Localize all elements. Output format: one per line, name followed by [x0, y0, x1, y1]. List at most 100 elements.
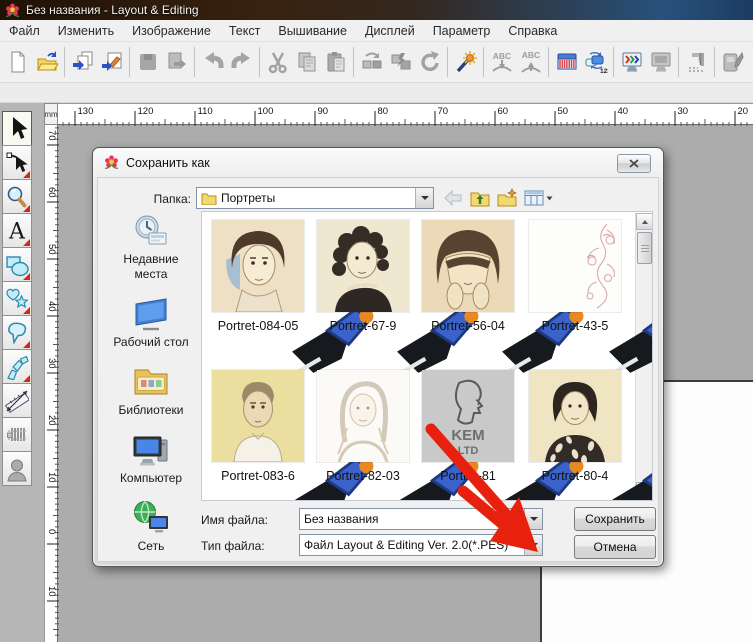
motif-shapes-tool-button[interactable] — [2, 281, 32, 316]
places-sidebar: Недавние места Рабочий стол Библиотеки Комп… — [106, 212, 196, 567]
paste-button — [321, 48, 350, 77]
file-item[interactable]: Portret-82-03 — [315, 370, 411, 483]
filetype-combobox[interactable]: Файл Layout & Editing Ver. 2.0(*.PES) — [299, 534, 543, 556]
titlebar: Без названия - Layout & Editing — [0, 0, 753, 20]
file-item[interactable]: Portret-56-04 — [420, 220, 516, 333]
new-document-icon — [6, 50, 30, 74]
filename-dropdown-button[interactable] — [524, 509, 542, 529]
back-icon — [442, 188, 464, 208]
filetype-value: Файл Layout & Editing Ver. 2.0(*.PES) — [304, 538, 508, 552]
measure-tool-button[interactable] — [2, 383, 32, 418]
sidebar-item-computer[interactable]: Компьютер — [120, 431, 182, 486]
open-folder-button[interactable] — [32, 48, 61, 77]
folder-dropdown-button[interactable] — [415, 188, 433, 208]
chevron-down-icon — [530, 543, 538, 547]
app-window: Без названия - Layout & Editing ФайлИзме… — [0, 0, 753, 642]
freeform-tool-button[interactable] — [2, 315, 32, 350]
save-as-dialog: Сохранить как Папка: Портреты Недавние м… — [92, 147, 664, 567]
sidebar-item-libraries[interactable]: Библиотеки — [118, 363, 183, 418]
up-folder-button[interactable] — [469, 188, 491, 208]
point-edit-tool-button[interactable] — [2, 145, 32, 180]
cut-icon — [266, 50, 290, 74]
menu-item[interactable]: Вышивание — [269, 24, 356, 38]
dialog-close-button[interactable] — [617, 154, 651, 173]
copy-button — [292, 48, 321, 77]
toolbar-separator — [259, 47, 260, 77]
menu-item[interactable]: Дисплей — [356, 24, 424, 38]
file-item[interactable]: Portret-67-9 — [315, 220, 411, 333]
menu-item[interactable]: Изображение — [123, 24, 220, 38]
scrollbar-thumb[interactable] — [637, 232, 652, 264]
stitch-attribute-tool-button[interactable] — [2, 417, 32, 452]
thread-chart-icon — [555, 50, 579, 74]
select-tool-button[interactable] — [2, 111, 32, 146]
toolbar-group — [198, 48, 256, 77]
sidebar-item-network[interactable]: Сеть — [131, 499, 171, 554]
svg-text:40: 40 — [46, 301, 57, 312]
stitch-simulator-icon — [685, 50, 709, 74]
dialog-titlebar[interactable]: Сохранить как — [93, 148, 663, 177]
filename-combobox[interactable]: Без названия — [299, 508, 543, 530]
menu-item[interactable]: Справка — [499, 24, 566, 38]
toolbar-separator — [129, 47, 130, 77]
screen-preview-icon — [649, 50, 673, 74]
portrait-tool-button[interactable] — [2, 451, 32, 486]
cancel-button[interactable]: Отмена — [574, 535, 656, 559]
flyout-indicator — [23, 273, 30, 280]
toolbar-separator — [613, 47, 614, 77]
dialog-flower-icon — [104, 155, 119, 170]
views-button[interactable] — [523, 188, 554, 208]
file-item[interactable]: KEMLTDPortret-81 — [420, 370, 516, 483]
fan-shape-tool-button[interactable] — [2, 349, 32, 384]
scroll-up-button[interactable] — [636, 213, 653, 230]
import-image-button[interactable] — [97, 48, 126, 77]
new-folder-button[interactable] — [496, 188, 518, 208]
svg-text:10: 10 — [46, 586, 57, 597]
svg-text:100: 100 — [258, 106, 274, 117]
portrait-tool-icon — [5, 456, 29, 482]
menu-item[interactable]: Параметр — [424, 24, 500, 38]
file-item[interactable]: Portret-084-05 — [210, 220, 306, 333]
tool-palette: A — [2, 112, 34, 486]
open-folder-icon — [35, 50, 59, 74]
folder-icon — [201, 192, 217, 205]
sewing-machine-overlay-icon — [602, 445, 628, 467]
menubar: ФайлИзменитьИзображениеТекстВышиваниеДис… — [0, 20, 753, 42]
menu-item[interactable]: Файл — [0, 24, 49, 38]
toolbar-separator — [353, 47, 354, 77]
toolbar-separator — [194, 47, 195, 77]
zoom-tool-button[interactable] — [2, 179, 32, 214]
redo-icon — [230, 50, 254, 74]
filetype-dropdown-button[interactable] — [524, 535, 542, 555]
sidebar-item-recent-places[interactable]: Недавние места — [109, 212, 193, 282]
folder-combobox[interactable]: Портреты — [196, 187, 434, 209]
new-document-button[interactable] — [3, 48, 32, 77]
up-folder-icon — [469, 188, 491, 208]
shapes-tool-button[interactable] — [2, 247, 32, 282]
svg-text:20: 20 — [46, 415, 57, 426]
sew-order-button[interactable]: 123 — [581, 48, 610, 77]
file-item[interactable]: Portret-083-6 — [210, 370, 306, 483]
flyout-indicator — [23, 341, 30, 348]
toolbar-group — [133, 48, 191, 77]
thumbnail-profile-kem: KEMLTD — [422, 370, 514, 462]
svg-text:60: 60 — [498, 106, 509, 117]
rotate-button — [415, 48, 444, 77]
file-item[interactable]: Portret-43-5 — [527, 220, 623, 333]
computer-icon — [131, 431, 171, 469]
text-tool-button[interactable]: A — [2, 213, 32, 248]
file-item[interactable]: Portret-80-4 — [527, 370, 623, 483]
sidebar-item-desktop[interactable]: Рабочий стол — [113, 295, 188, 350]
save-button[interactable]: Сохранить — [574, 507, 656, 531]
text-fit-button: ABC — [487, 48, 516, 77]
svg-text:ABC: ABC — [492, 51, 510, 61]
views-icon — [523, 188, 554, 208]
magic-wand-button[interactable] — [451, 48, 480, 77]
sewing-machine-overlay-icon — [602, 295, 628, 317]
menu-item[interactable]: Текст — [220, 24, 269, 38]
menu-item[interactable]: Изменить — [49, 24, 123, 38]
import-design-button[interactable] — [68, 48, 97, 77]
sidebar-item-label: Библиотеки — [118, 403, 183, 418]
design-property-button[interactable] — [617, 48, 646, 77]
thread-chart-button[interactable] — [552, 48, 581, 77]
